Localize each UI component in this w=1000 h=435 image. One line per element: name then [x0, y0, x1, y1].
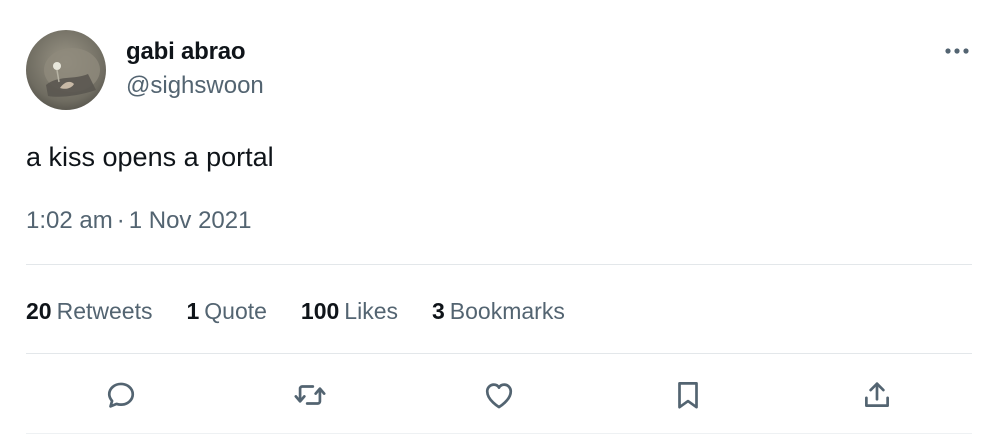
stat-quotes-label: Quote	[204, 297, 267, 324]
tweet-meta: 1:02 am · 1 Nov 2021	[26, 207, 251, 235]
tweet-time[interactable]: 1:02 am	[26, 207, 113, 234]
retweet-arrows-icon	[294, 385, 326, 405]
stat-bookmarks[interactable]: 3 Bookmarks	[432, 298, 565, 325]
bookmark-icon	[678, 382, 698, 409]
stat-bookmarks-count: 3	[432, 297, 445, 324]
meta-separator: ·	[116, 207, 125, 234]
avatar-image	[26, 30, 106, 110]
stat-bookmarks-label: Bookmarks	[449, 297, 565, 324]
stat-likes-label: Likes	[344, 297, 398, 324]
avatar[interactable]	[26, 30, 106, 110]
stat-retweets-count: 20	[26, 297, 52, 324]
stat-retweets-label: Retweets	[56, 297, 153, 324]
like-button[interactable]	[474, 370, 524, 420]
retweet-button[interactable]	[285, 370, 335, 420]
stat-quotes[interactable]: 1 Quote	[186, 298, 266, 325]
tweet-date[interactable]: 1 Nov 2021	[129, 207, 252, 234]
more-horizontal-icon	[945, 48, 969, 54]
more-options-button[interactable]	[940, 36, 974, 66]
tweet-stats: 20 Retweets 1 Quote 100 Likes 3 Bookmarks	[26, 296, 599, 326]
stat-likes[interactable]: 100 Likes	[301, 298, 398, 325]
bookmark-button[interactable]	[663, 370, 713, 420]
heart-icon	[485, 383, 513, 409]
author-display-name[interactable]: gabi abrao	[126, 38, 246, 66]
author-handle[interactable]: @sighswoon	[126, 72, 264, 100]
tweet-text: a kiss opens a portal	[26, 142, 274, 172]
bottom-divider	[26, 433, 972, 434]
share-button[interactable]	[852, 370, 902, 420]
action-bar	[0, 370, 1000, 420]
divider-top	[26, 264, 972, 265]
reply-bubble-icon	[107, 382, 135, 408]
stat-retweets[interactable]: 20 Retweets	[26, 298, 152, 325]
stat-quotes-count: 1	[186, 297, 200, 324]
reply-button[interactable]	[96, 370, 146, 420]
divider-bottom	[26, 353, 972, 354]
share-upload-icon	[865, 382, 889, 407]
stat-likes-count: 100	[300, 297, 340, 324]
